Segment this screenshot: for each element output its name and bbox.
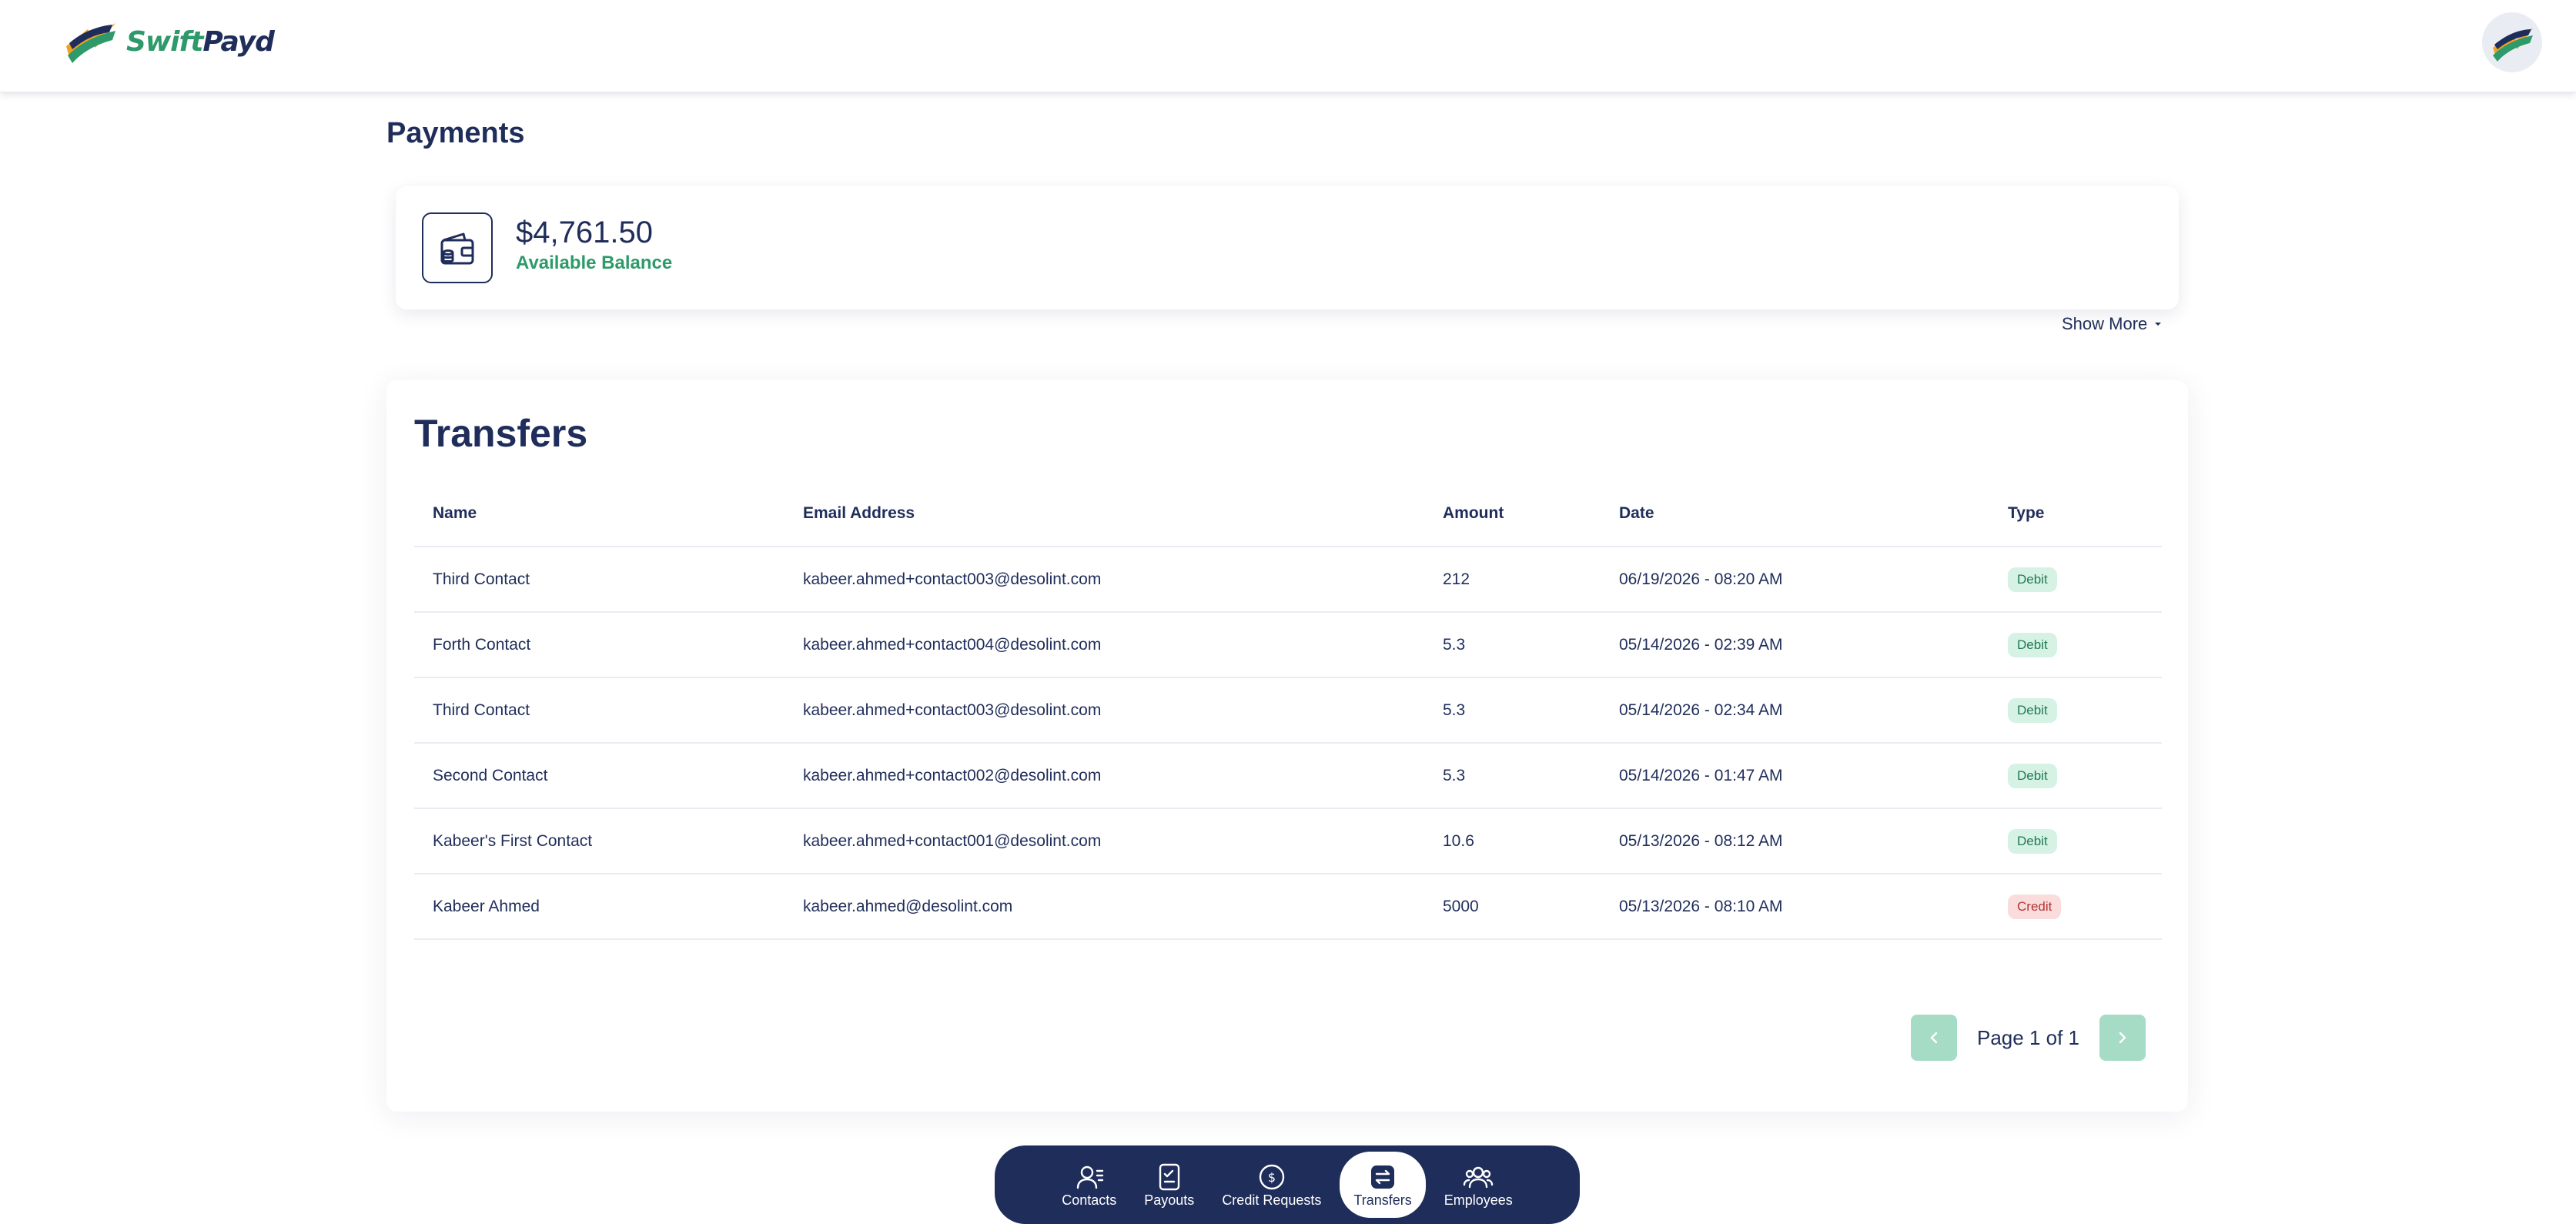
table-row[interactable]: Third Contact kabeer.ahmed+contact003@de… [414, 677, 2162, 744]
cell-name: Kabeer's First Contact [414, 808, 785, 875]
cell-date: 05/14/2026 - 01:47 AM [1601, 743, 1989, 809]
nav-label-transfers: Transfers [1353, 1192, 1412, 1208]
bottom-navigation: Contacts Payouts $ Credit Requests Trans… [995, 1145, 1580, 1224]
transfers-card: Transfers Name Email Address Amount Date… [386, 380, 2188, 1112]
brand-name-part2: Payd [202, 25, 275, 58]
balance-amount: $4,761.50 [516, 216, 653, 249]
cell-email: kabeer.ahmed+contact001@desolint.com [785, 808, 1424, 875]
cell-type: Debit [1989, 677, 2162, 744]
user-avatar-icon[interactable] [2482, 12, 2542, 72]
type-badge: Debit [2008, 828, 2057, 854]
pagination: Page 1 of 1 [1911, 1015, 2146, 1061]
cell-type: Debit [1989, 808, 2162, 875]
transfer-arrows-icon [1367, 1162, 1398, 1192]
transfers-title: Transfers [414, 412, 588, 455]
cell-type: Debit [1989, 547, 2162, 613]
payouts-icon [1154, 1162, 1185, 1192]
next-page-button[interactable] [2099, 1015, 2146, 1061]
table-header-row: Name Email Address Amount Date Type [414, 480, 2162, 547]
prev-page-button[interactable] [1911, 1015, 1957, 1061]
brand-logo[interactable]: SwiftPayd [62, 12, 275, 71]
show-more-label: Show More [2062, 314, 2148, 333]
table-row[interactable]: Second Contact kabeer.ahmed+contact002@d… [414, 743, 2162, 809]
nav-label-contacts: Contacts [1062, 1192, 1117, 1208]
brand-wordmark: SwiftPayd [126, 25, 275, 58]
column-header-date[interactable]: Date [1601, 480, 1989, 547]
type-badge: Credit [2008, 894, 2062, 919]
nav-item-payouts[interactable]: Payouts [1135, 1152, 1203, 1218]
cell-name: Forth Contact [414, 612, 785, 678]
table-row[interactable]: Kabeer's First Contact kabeer.ahmed+cont… [414, 808, 2162, 875]
balance-card: $4,761.50 Available Balance [396, 186, 2179, 309]
wallet-icon [422, 212, 493, 283]
cell-date: 05/13/2026 - 08:10 AM [1601, 874, 1989, 940]
nav-item-contacts[interactable]: Contacts [1052, 1152, 1126, 1218]
nav-label-credit-requests: Credit Requests [1222, 1192, 1322, 1208]
cell-type: Debit [1989, 612, 2162, 678]
column-header-amount[interactable]: Amount [1424, 480, 1601, 547]
logo-mark-icon [66, 23, 115, 63]
show-more-button[interactable]: Show More [2062, 314, 2163, 334]
cell-amount: 212 [1424, 547, 1601, 613]
cell-date: 06/19/2026 - 08:20 AM [1601, 547, 1989, 613]
cell-amount: 5.3 [1424, 743, 1601, 809]
type-badge: Debit [2008, 567, 2057, 592]
cell-amount: 10.6 [1424, 808, 1601, 875]
dollar-circle-icon: $ [1256, 1162, 1287, 1192]
cell-email: kabeer.ahmed+contact003@desolint.com [785, 677, 1424, 744]
cell-email: kabeer.ahmed+contact004@desolint.com [785, 612, 1424, 678]
top-navbar: SwiftPayd [0, 0, 2576, 92]
nav-item-credit-requests[interactable]: $ Credit Requests [1213, 1152, 1330, 1218]
page-title: Payments [386, 117, 525, 149]
chevron-left-icon [1930, 1032, 1938, 1044]
column-header-name[interactable]: Name [414, 480, 785, 547]
nav-label-payouts: Payouts [1144, 1192, 1195, 1208]
cell-type: Credit [1989, 874, 2162, 940]
type-badge: Debit [2008, 697, 2057, 723]
table-row[interactable]: Forth Contact kabeer.ahmed+contact004@de… [414, 612, 2162, 678]
svg-text:$: $ [1268, 1170, 1276, 1185]
cell-name: Third Contact [414, 547, 785, 613]
nav-label-employees: Employees [1444, 1192, 1513, 1208]
cell-name: Kabeer Ahmed [414, 874, 785, 940]
cell-name: Third Contact [414, 677, 785, 744]
cell-amount: 5000 [1424, 874, 1601, 940]
cell-email: kabeer.ahmed+contact003@desolint.com [785, 547, 1424, 613]
cell-amount: 5.3 [1424, 677, 1601, 744]
cell-email: kabeer.ahmed+contact002@desolint.com [785, 743, 1424, 809]
type-badge: Debit [2008, 632, 2057, 657]
cell-name: Second Contact [414, 743, 785, 809]
cell-type: Debit [1989, 743, 2162, 809]
column-header-email[interactable]: Email Address [785, 480, 1424, 547]
table-row[interactable]: Third Contact kabeer.ahmed+contact003@de… [414, 547, 2162, 613]
cell-email: kabeer.ahmed@desolint.com [785, 874, 1424, 940]
cell-date: 05/13/2026 - 08:12 AM [1601, 808, 1989, 875]
type-badge: Debit [2008, 763, 2057, 788]
nav-item-transfers[interactable]: Transfers [1340, 1152, 1426, 1218]
caret-down-icon [2155, 323, 2162, 326]
cell-amount: 5.3 [1424, 612, 1601, 678]
employees-icon [1463, 1162, 1494, 1192]
brand-name-part1: Swift [126, 25, 203, 58]
page-indicator: Page 1 of 1 [1977, 1025, 2079, 1049]
contacts-icon [1074, 1162, 1105, 1192]
cell-date: 05/14/2026 - 02:39 AM [1601, 612, 1989, 678]
balance-label: Available Balance [516, 252, 673, 273]
table-row[interactable]: Kabeer Ahmed kabeer.ahmed@desolint.com 5… [414, 874, 2162, 940]
chevron-right-icon [2119, 1032, 2126, 1044]
column-header-type[interactable]: Type [1989, 480, 2162, 547]
cell-date: 05/14/2026 - 02:34 AM [1601, 677, 1989, 744]
nav-item-employees[interactable]: Employees [1435, 1152, 1522, 1218]
transfers-table: Name Email Address Amount Date Type Thir… [414, 480, 2162, 940]
